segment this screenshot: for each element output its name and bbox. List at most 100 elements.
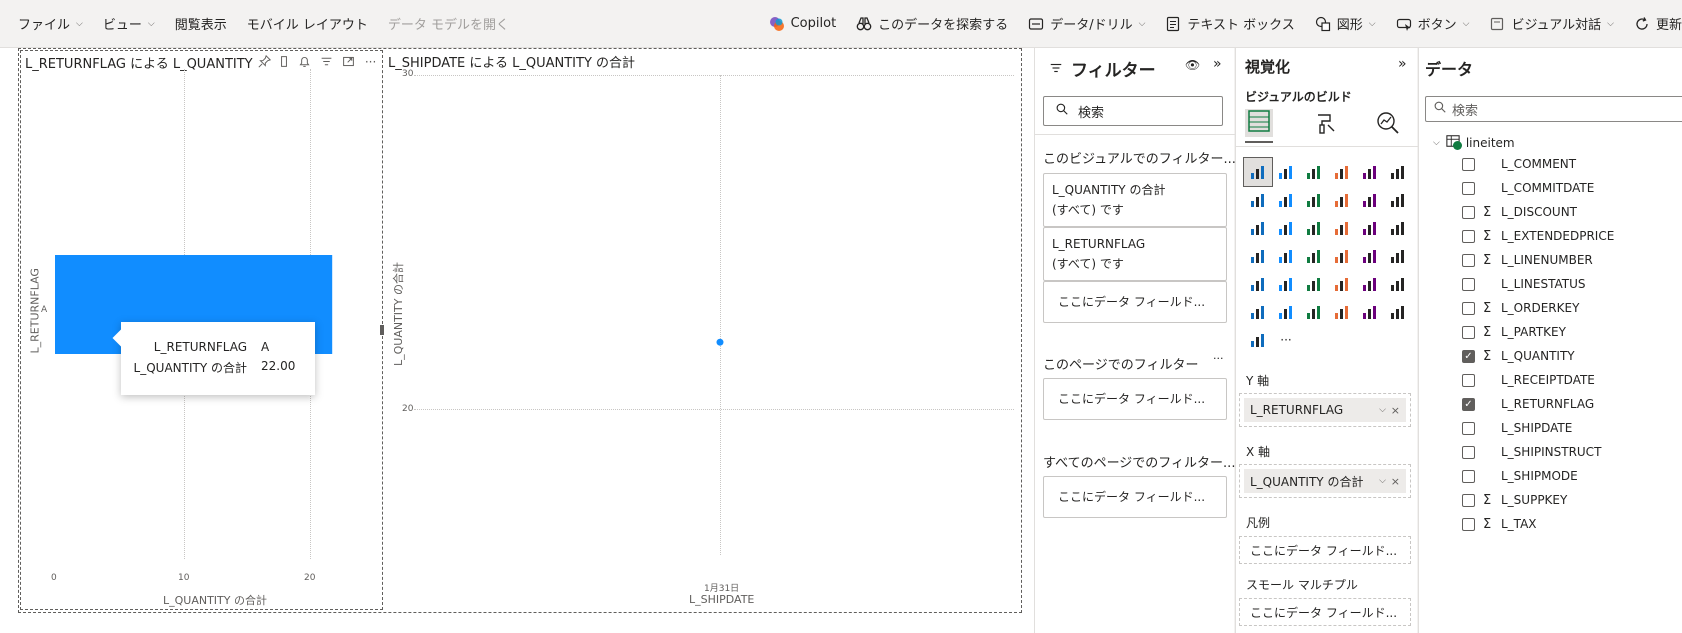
shapes-button[interactable]: 図形 ⌵ (1305, 0, 1386, 47)
filter-drop-zone[interactable]: ここにデータ フィールド... (1043, 476, 1227, 518)
field-item[interactable]: L_SHIPINSTRUCT (1462, 440, 1601, 464)
field-item[interactable]: Σ L_PARTKEY (1462, 320, 1566, 344)
field-item[interactable]: Σ L_EXTENDEDPRICE (1462, 224, 1614, 248)
chevron-right-icon[interactable]: » (1213, 56, 1222, 72)
100-bar-icon[interactable] (1356, 158, 1384, 186)
field-item[interactable]: ✓ Σ L_QUANTITY (1462, 344, 1575, 368)
funnel-icon[interactable] (1272, 214, 1300, 242)
analytics-icon[interactable] (1376, 111, 1400, 139)
slicer-icon[interactable] (1300, 270, 1328, 298)
more-visuals-icon[interactable]: ··· (1272, 326, 1300, 354)
card-icon[interactable] (1384, 242, 1412, 270)
qa-icon[interactable] (1272, 298, 1300, 326)
field-checkbox[interactable] (1462, 253, 1475, 267)
field-checkbox[interactable] (1462, 157, 1475, 171)
clustered-bar-icon[interactable] (1300, 158, 1328, 186)
field-checkbox[interactable] (1462, 421, 1475, 435)
field-checkbox[interactable]: ✓ (1462, 397, 1475, 411)
field-item[interactable]: L_SHIPDATE (1462, 416, 1572, 440)
filter-drop-zone[interactable]: ここにデータ フィールド... (1043, 378, 1227, 420)
funnel-alt-icon[interactable] (1300, 214, 1328, 242)
field-checkbox[interactable] (1462, 301, 1475, 315)
field-checkbox[interactable] (1462, 325, 1475, 339)
field-checkbox[interactable] (1462, 445, 1475, 459)
format-brush-icon[interactable] (1314, 111, 1338, 139)
open-data-model-button[interactable]: データ モデルを開く (378, 0, 519, 47)
field-checkbox[interactable] (1462, 277, 1475, 291)
x-axis-field-pill[interactable]: L_QUANTITY の合計 ⌵ × (1244, 469, 1406, 493)
build-tab[interactable] (1245, 109, 1273, 137)
gauge-icon[interactable] (1356, 242, 1384, 270)
power-apps-icon[interactable] (1384, 298, 1412, 326)
reading-view-button[interactable]: 閲覧表示 (165, 0, 237, 47)
clustered-column-icon[interactable] (1328, 158, 1356, 186)
multirow-card-icon[interactable] (1244, 270, 1272, 298)
matrix-icon[interactable] (1356, 270, 1384, 298)
field-checkbox[interactable] (1462, 469, 1475, 483)
chevron-right-icon[interactable]: » (1398, 56, 1407, 72)
donut-icon[interactable] (1384, 214, 1412, 242)
field-item[interactable]: L_COMMITDATE (1462, 176, 1594, 200)
chevron-down-icon[interactable]: ⌵ (1433, 138, 1440, 148)
decomposition-tree-icon[interactable] (1244, 298, 1272, 326)
scatter-chart-visual[interactable]: L_SHIPDATE による L_QUANTITY の合計 30 20 L_QU… (384, 50, 1020, 610)
scatter-icon[interactable] (1328, 214, 1356, 242)
filter-search-input[interactable]: 検索 (1043, 96, 1223, 126)
ribbon-icon[interactable] (1328, 186, 1356, 214)
chevron-down-icon[interactable]: ⌵ (1379, 405, 1386, 415)
field-checkbox[interactable] (1462, 493, 1475, 507)
filter-card[interactable]: L_RETURNFLAG (すべて) です (1043, 227, 1227, 281)
field-checkbox[interactable] (1462, 229, 1475, 243)
field-checkbox[interactable] (1462, 181, 1475, 195)
field-checkbox[interactable] (1462, 373, 1475, 387)
pie-icon[interactable] (1356, 214, 1384, 242)
field-item[interactable]: ✓ L_RETURNFLAG (1462, 392, 1594, 416)
legend-drop-zone[interactable]: ここにデータ フィールド... (1239, 536, 1411, 564)
narrative-icon[interactable] (1300, 298, 1328, 326)
goals-icon[interactable] (1328, 298, 1356, 326)
field-item[interactable]: L_SHIPMODE (1462, 464, 1578, 488)
stacked-area-icon[interactable] (1300, 186, 1328, 214)
close-icon[interactable]: × (1391, 404, 1400, 417)
visual-dialog-button[interactable]: ビジュアル対話 ⌵ (1479, 0, 1624, 47)
stacked-bar-icon[interactable] (1243, 157, 1273, 187)
field-item[interactable]: L_LINESTATUS (1462, 272, 1586, 296)
copilot-button[interactable]: Copilot (759, 0, 847, 47)
eye-icon[interactable]: 👁 (1185, 58, 1200, 72)
filter-card[interactable]: L_QUANTITY の合計 (すべて) です (1043, 173, 1227, 227)
field-checkbox[interactable] (1462, 205, 1475, 219)
line-clustered-icon[interactable] (1384, 186, 1412, 214)
filled-map-icon[interactable] (1300, 242, 1328, 270)
close-icon[interactable]: × (1391, 475, 1400, 488)
data-point[interactable] (716, 338, 724, 346)
kpi-icon[interactable] (1272, 270, 1300, 298)
field-item[interactable]: L_COMMENT (1462, 152, 1576, 176)
bar-chart-visual[interactable]: L_RETURNFLAG による L_QUANTITY ··· L_RETURN… (20, 50, 386, 610)
small-multiples-drop-zone[interactable]: ここにデータ フィールド... (1239, 598, 1411, 626)
x-axis-well[interactable]: L_QUANTITY の合計 ⌵ × (1239, 464, 1411, 498)
field-checkbox[interactable] (1462, 517, 1475, 531)
text-box-button[interactable]: テキスト ボックス (1155, 0, 1304, 47)
mobile-layout-button[interactable]: モバイル レイアウト (237, 0, 378, 47)
data-search-input[interactable]: 検索 (1425, 96, 1682, 122)
file-menu[interactable]: ファイル ⌵ (0, 0, 93, 47)
y-axis-well[interactable]: L_RETURNFLAG ⌵ × (1239, 393, 1411, 427)
waterfall-icon[interactable] (1244, 214, 1272, 242)
field-item[interactable]: Σ L_TAX (1462, 512, 1537, 536)
field-item[interactable]: Σ L_ORDERKEY (1462, 296, 1579, 320)
table-icon[interactable] (1328, 270, 1356, 298)
more-options-icon[interactable]: ··· (1213, 352, 1224, 365)
refresh-button[interactable]: 更新 (1624, 0, 1682, 47)
line-column-icon[interactable] (1356, 186, 1384, 214)
key-influencers-icon[interactable] (1384, 270, 1412, 298)
field-item[interactable]: Σ L_SUPPKEY (1462, 488, 1567, 512)
explore-data-button[interactable]: このデータを探索する (846, 0, 1018, 47)
power-automate-icon[interactable] (1244, 326, 1272, 354)
data-drill-button[interactable]: データ/ドリル ⌵ (1018, 0, 1155, 47)
paginated-report-icon[interactable] (1356, 298, 1384, 326)
map-icon[interactable] (1272, 242, 1300, 270)
field-item[interactable]: Σ L_DISCOUNT (1462, 200, 1577, 224)
y-axis-field-pill[interactable]: L_RETURNFLAG ⌵ × (1244, 398, 1406, 422)
field-item[interactable]: Σ L_LINENUMBER (1462, 248, 1593, 272)
line-icon[interactable] (1244, 186, 1272, 214)
